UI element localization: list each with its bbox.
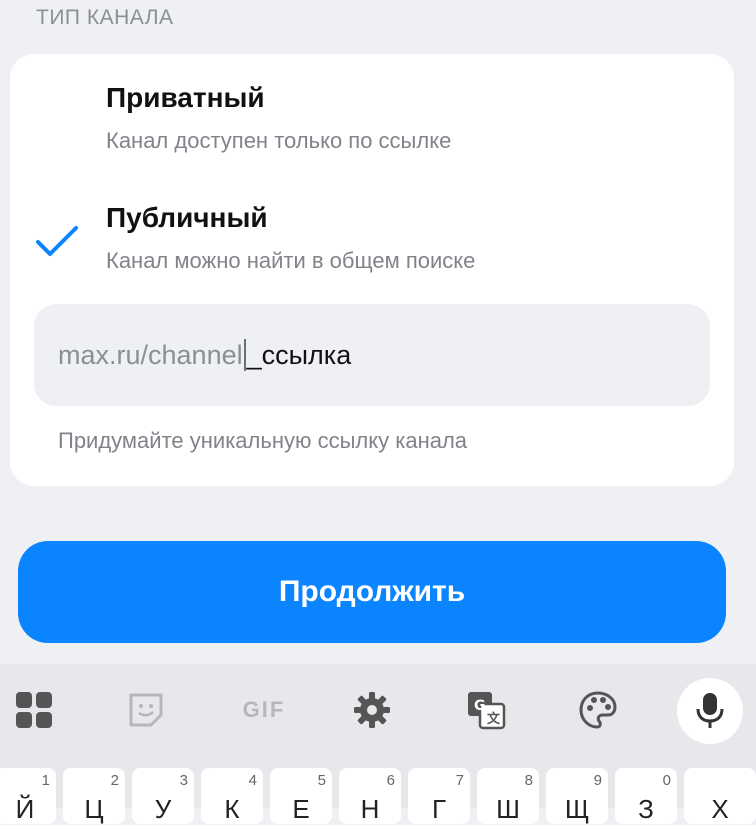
mic-icon [696, 693, 724, 728]
svg-text:G: G [474, 698, 486, 714]
key-letter: Х [711, 794, 729, 824]
key-number: 0 [662, 772, 671, 789]
key-1[interactable]: 1Й [0, 768, 56, 824]
key-letter: Н [360, 794, 380, 824]
channel-type-card: Приватный Канал доступен только по ссылк… [10, 54, 734, 486]
option-public-title: Публичный [106, 202, 268, 233]
keyboard: GIF G 文 1 Й 2 Ц 3 У 4 К 5 Е 6 Н 7 Г 8 Ш … [0, 664, 756, 824]
key-letter: Й [15, 794, 35, 824]
key-number: 1 [41, 772, 50, 789]
link-hint: Придумайте уникальную ссылку канала [58, 428, 468, 453]
option-private-subtitle: Канал доступен только по ссылке [106, 128, 452, 153]
option-private-title: Приватный [106, 82, 265, 113]
settings-gear-icon[interactable] [350, 688, 394, 732]
channel-link-input[interactable]: max.ru/channel _ссылка [34, 304, 710, 406]
svg-text:文: 文 [487, 711, 501, 727]
key-number: 2 [110, 772, 119, 789]
palette-icon[interactable] [576, 688, 620, 732]
key-number: 3 [179, 772, 188, 789]
key-number: 6 [386, 772, 395, 789]
key-letter: Ц [84, 794, 104, 824]
key-number: 7 [455, 772, 464, 789]
gif-label: GIF [242, 697, 286, 722]
key-letter: Ш [496, 794, 520, 824]
sticker-icon[interactable] [124, 688, 168, 732]
keyboard-letter-row: 1Й 2Ц 3У 4К 5Е 6Н 7Г 8Ш 9Щ 0З Х [0, 768, 756, 824]
text-caret [243, 339, 246, 371]
continue-button[interactable]: Продолжить [18, 541, 726, 643]
option-public-subtitle: Канал можно найти в общем поиске [106, 248, 476, 273]
key-letter: У [154, 794, 172, 824]
key-number: 8 [524, 772, 533, 789]
key-9[interactable]: 9Щ [546, 768, 608, 824]
key-letter: Е [292, 794, 310, 824]
checkmark-icon [36, 226, 78, 256]
translate-icon[interactable]: G 文 [464, 688, 508, 732]
gif-icon[interactable]: GIF [236, 688, 292, 732]
link-prefix: max.ru/channel [58, 339, 243, 370]
key-8[interactable]: 8Ш [477, 768, 539, 824]
key-7[interactable]: 7Г [408, 768, 470, 824]
mic-button[interactable] [677, 678, 743, 744]
option-public[interactable]: Публичный Канал можно найти в общем поис… [106, 202, 475, 274]
keyboard-toolbar: GIF G 文 [0, 664, 756, 760]
key-number: 9 [593, 772, 602, 789]
key-3[interactable]: 3У [132, 768, 194, 824]
key-2[interactable]: 2Ц [63, 768, 125, 824]
key-number: 5 [317, 772, 326, 789]
key-letter: З [638, 794, 654, 824]
option-private[interactable]: Приватный Канал доступен только по ссылк… [106, 82, 451, 154]
link-value: _ссылка [246, 339, 352, 370]
apps-grid-icon[interactable] [12, 688, 56, 732]
key-letter: К [224, 794, 240, 824]
key-6[interactable]: 6Н [339, 768, 401, 824]
key-11[interactable]: Х [684, 768, 756, 824]
section-title: ТИП КАНАЛА [36, 6, 174, 29]
key-5[interactable]: 5Е [270, 768, 332, 824]
key-10[interactable]: 0З [615, 768, 677, 824]
key-4[interactable]: 4К [201, 768, 263, 824]
key-letter: Щ [564, 794, 590, 824]
key-number: 4 [248, 772, 257, 789]
key-letter: Г [431, 794, 447, 824]
